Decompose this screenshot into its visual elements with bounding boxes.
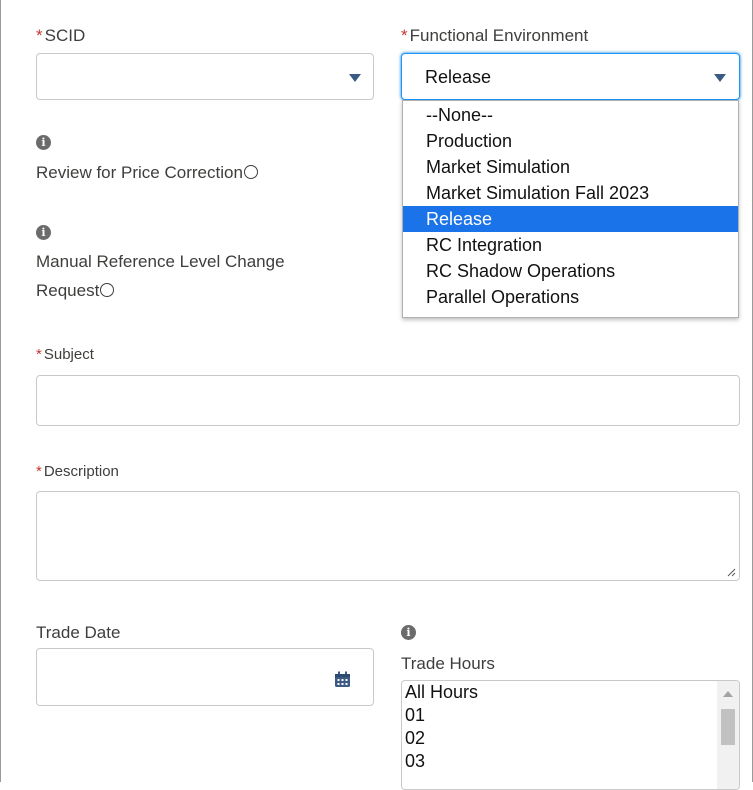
review-price-correction-radio[interactable] [243,165,258,179]
info-icon[interactable]: i [36,225,51,240]
option-production[interactable]: Production [403,128,738,154]
chevron-down-icon [349,74,361,82]
trade-date-label: Trade Date [36,623,121,642]
description-label: * Description [36,463,119,480]
manual-reference-label-line1: Manual Reference Level Change [36,252,285,271]
scroll-thumb[interactable] [721,709,735,745]
list-item[interactable]: 03 [402,750,739,773]
option-parallel-operations[interactable]: Parallel Operations [403,284,738,310]
chevron-down-icon [714,74,726,82]
scrollbar[interactable] [717,681,739,789]
functional-environment-label: * Functional Environment [401,26,589,45]
list-item[interactable]: All Hours [402,681,739,704]
option-none[interactable]: --None-- [403,102,738,128]
option-release[interactable]: Release [403,206,738,232]
list-item[interactable]: 01 [402,704,739,727]
trade-hours-listbox[interactable]: All Hours 01 02 03 [401,680,740,790]
info-icon[interactable]: i [401,625,416,640]
functional-environment-dropdown: --None-- Production Market Simulation Ma… [402,100,739,318]
manual-reference-radio[interactable] [100,283,115,297]
functional-environment-select[interactable]: Release [401,53,740,100]
scroll-up-icon[interactable] [723,691,733,697]
form-panel: * SCID * Functional Environment Release i … [0,0,753,790]
info-icon[interactable]: i [36,135,51,150]
functional-environment-value: Release [425,67,492,87]
subject-input[interactable] [36,375,740,426]
trade-date-input[interactable] [36,648,374,706]
subject-label: * Subject [36,346,94,363]
option-market-simulation[interactable]: Market Simulation [403,154,738,180]
resize-handle-icon[interactable] [726,567,736,577]
manual-reference-label-line2: Request [36,281,115,301]
option-rc-integration[interactable]: RC Integration [403,232,738,258]
calendar-icon[interactable] [334,671,351,688]
option-market-simulation-fall-2023[interactable]: Market Simulation Fall 2023 [403,180,738,206]
list-item[interactable]: 02 [402,727,739,750]
scid-select[interactable] [36,53,374,100]
trade-hours-label: Trade Hours [401,654,495,673]
review-price-correction-label: Review for Price Correction [36,163,258,183]
description-textarea[interactable] [36,491,740,581]
option-rc-shadow-operations[interactable]: RC Shadow Operations [403,258,738,284]
scid-label: * SCID [36,26,86,45]
